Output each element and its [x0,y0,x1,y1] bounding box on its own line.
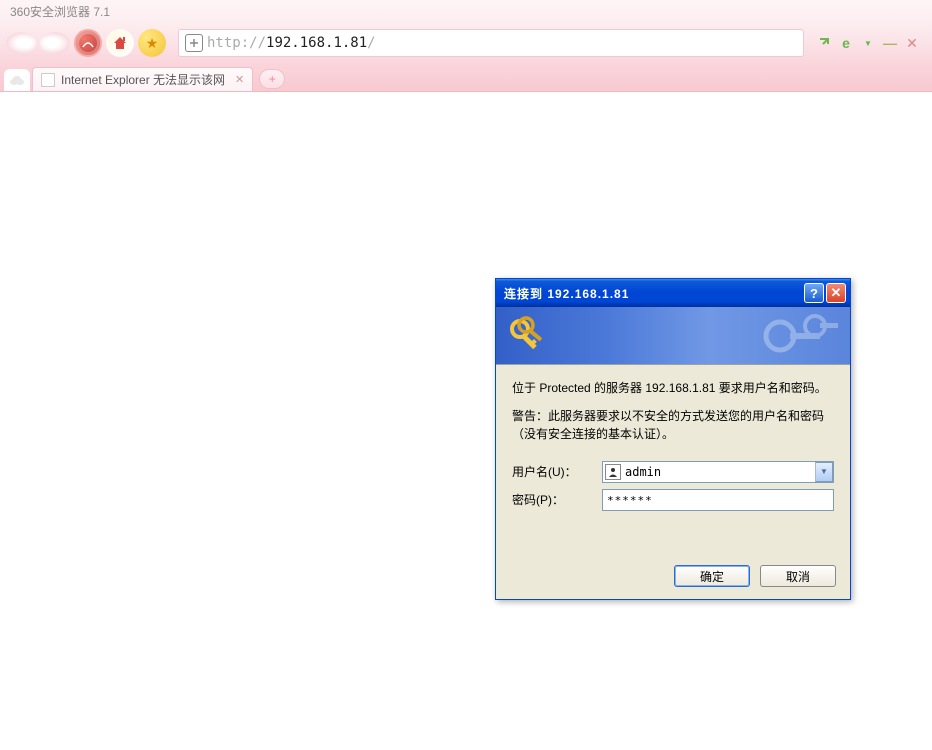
shield-icon [185,34,203,52]
username-dropdown-button[interactable]: ▼ [815,462,833,482]
user-icon [605,464,621,480]
auth-dialog: 连接到 192.168.1.81 ? ✕ 位于 Protected 的服务器 1… [495,278,851,600]
dropdown-icon[interactable]: ▼ [860,35,876,51]
dialog-body: 位于 Protected 的服务器 192.168.1.81 要求用户名和密码。… [496,365,850,555]
favorites-button[interactable]: ★ [138,29,166,57]
dialog-buttons: 确定 取消 [496,555,850,599]
tab-bar: Internet Explorer 无法显示该网 ✕ + [0,64,932,92]
tab-title: Internet Explorer 无法显示该网 [61,71,225,88]
tab-close-icon[interactable]: ✕ [235,73,244,86]
ok-button[interactable]: 确定 [674,565,750,587]
ie-icon[interactable]: e [838,35,854,51]
window-controls: e ▼ — ✕ [816,35,926,51]
dialog-title: 连接到 192.168.1.81 [504,285,802,302]
home-button[interactable] [106,29,134,57]
password-input[interactable] [602,489,834,511]
dialog-message-server: 位于 Protected 的服务器 192.168.1.81 要求用户名和密码。 [512,379,834,397]
nav-circle-button[interactable] [74,29,102,57]
dialog-message-warning: 警告：此服务器要求以不安全的方式发送您的用户名和密码（没有安全连接的基本认证）。 [512,407,834,443]
banner-decoration-icon [760,311,840,361]
password-label: 密码(P)： [512,491,602,509]
address-bar[interactable]: http://192.168.1.81/ [178,29,804,57]
address-text: http://192.168.1.81/ [207,35,376,51]
username-value: admin [625,463,661,481]
page-icon [41,73,55,87]
wing-right-icon [40,32,70,54]
share-icon[interactable] [816,35,832,51]
username-label: 用户名(U)： [512,463,602,481]
help-button[interactable]: ? [804,283,824,303]
keys-icon [506,315,550,359]
browser-toolbar: ★ http://192.168.1.81/ e ▼ — ✕ [0,22,932,64]
dialog-titlebar[interactable]: 连接到 192.168.1.81 ? ✕ [496,279,850,307]
dialog-close-button[interactable]: ✕ [826,283,846,303]
minimize-button[interactable]: — [882,35,898,51]
close-window-button[interactable]: ✕ [904,35,920,51]
cancel-button[interactable]: 取消 [760,565,836,587]
wing-left-icon [6,32,36,54]
dialog-banner [496,307,850,365]
username-input[interactable]: admin [602,461,834,483]
browser-title: 360安全浏览器 7.1 [10,5,110,19]
browser-titlebar: 360安全浏览器 7.1 [0,0,932,22]
browser-tab[interactable]: Internet Explorer 无法显示该网 ✕ [32,67,253,91]
new-tab-button[interactable]: + [259,69,285,89]
cloud-tab-icon[interactable] [4,69,30,91]
